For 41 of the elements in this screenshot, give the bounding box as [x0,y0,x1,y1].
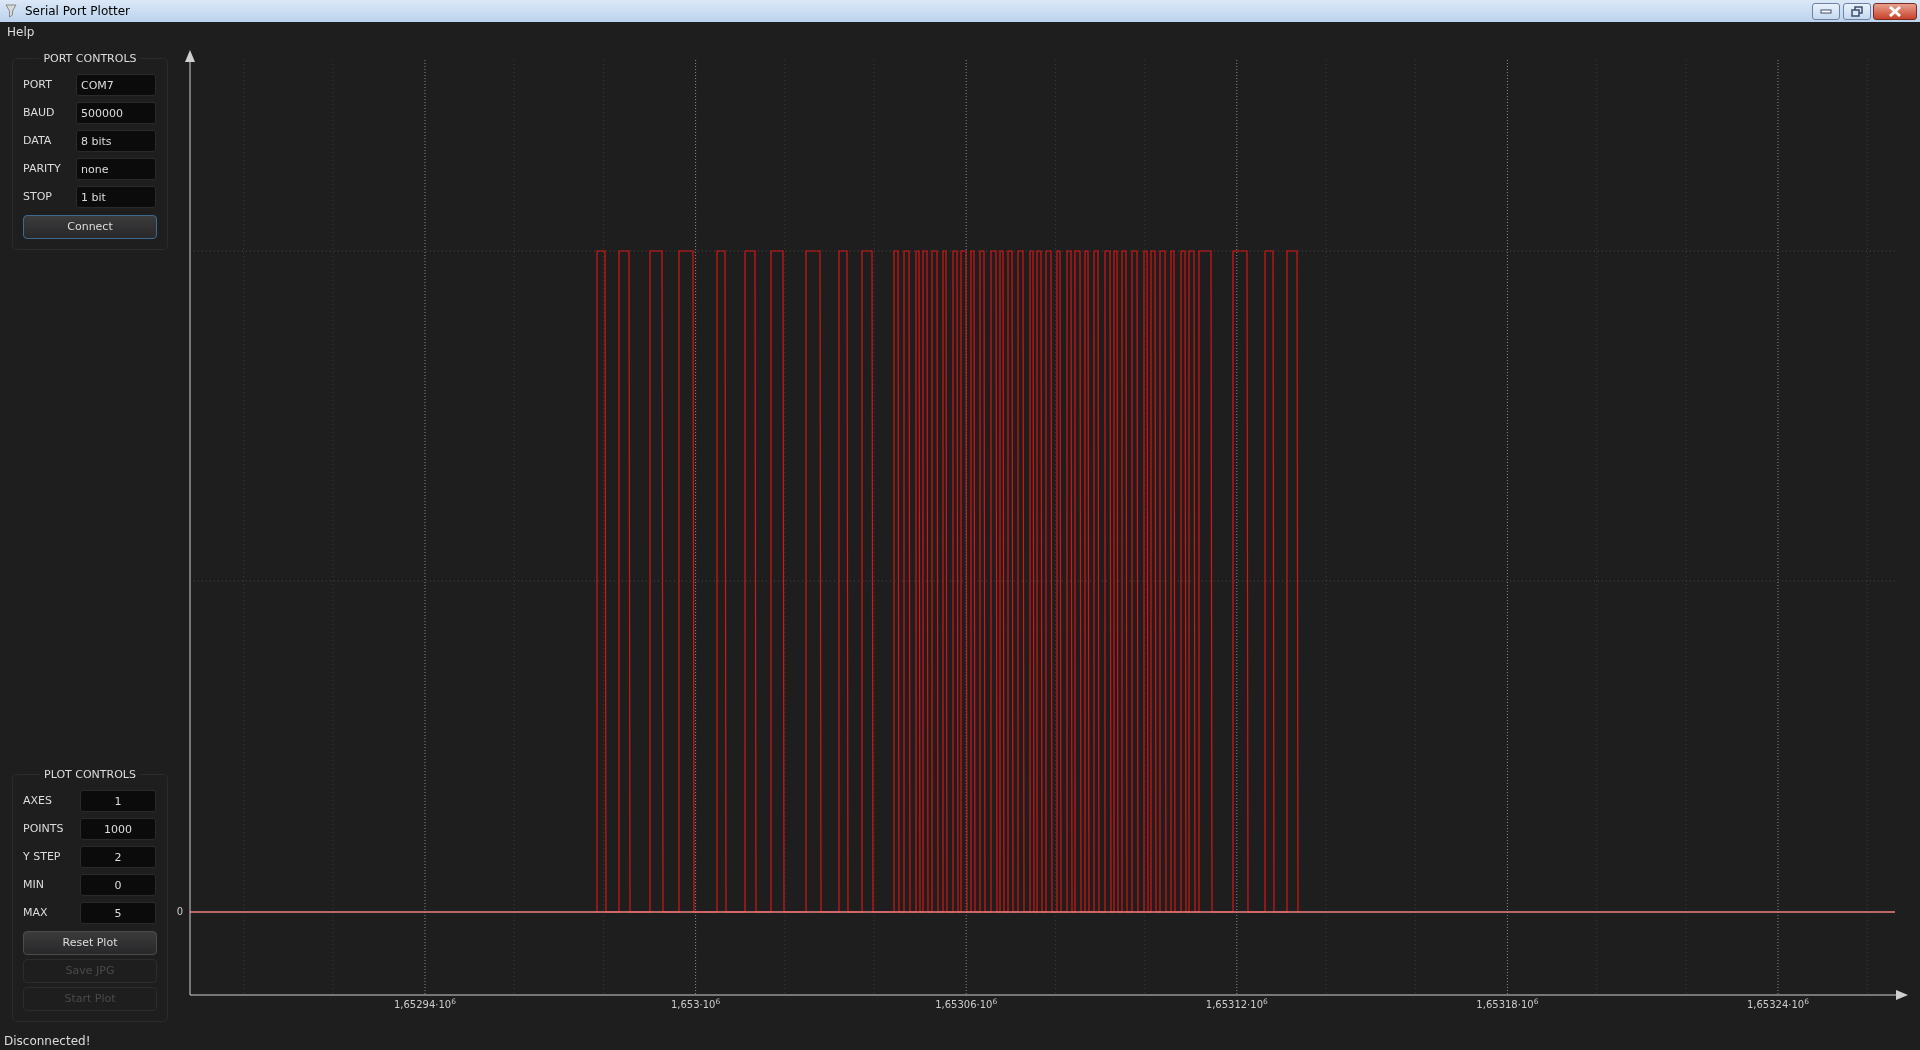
field-label: POINTS [23,820,65,837]
input-field[interactable]: COM7 [76,74,156,96]
input-field[interactable]: 1 [80,790,156,812]
minimize-icon [1819,8,1832,14]
restore-button[interactable] [1842,2,1871,20]
restore-icon [1850,5,1863,17]
input-field[interactable]: 500000 [76,102,156,124]
input-field[interactable]: 1 bit [76,186,156,208]
panel-title: PORT CONTROLS [39,52,141,65]
field-label: STOP [23,188,53,205]
input-field[interactable]: 8 bits [76,130,156,152]
field-label: PORT [23,76,53,93]
field-label: MIN [23,876,45,893]
window-title: Serial Port Plotter [25,3,130,20]
axis-tick-label: 1,65294·10$^{6}$ [392,997,457,1012]
input-field[interactable]: 2 [80,846,156,868]
funnel-icon [5,4,17,18]
close-button[interactable] [1873,2,1918,20]
field-label: DATA [23,132,53,149]
action-button[interactable]: Reset Plot [23,931,157,955]
action-button[interactable]: Connect [23,215,157,239]
input-field[interactable]: 1000 [80,818,156,840]
field-label: Y STEP [23,848,62,865]
input-field[interactable]: 5 [80,902,156,924]
input-field[interactable]: none [76,158,156,180]
field-label: PARITY [23,160,62,177]
field-label: BAUD [23,104,56,121]
axis-tick-label: 1,65318·10$^{6}$ [1475,997,1540,1012]
panel-title: PLOT CONTROLS [40,768,140,781]
field-label: MAX [23,904,49,921]
axis-tick-label: 1,653·10$^{6}$ [669,997,722,1012]
axis-tick-label: 0 [175,905,185,919]
axis-tick-label: 1,65324·10$^{6}$ [1745,997,1810,1012]
axis-tick-label: 1,65312·10$^{6}$ [1204,997,1269,1012]
minimize-button[interactable] [1811,2,1840,20]
field-label: AXES [23,792,53,809]
input-field[interactable]: 0 [80,874,156,896]
status-text: Disconnected! [3,1033,92,1050]
menu-item[interactable]: Help [0,23,42,41]
axis-tick-label: 1,65306·10$^{6}$ [934,997,999,1012]
close-icon [1888,5,1903,17]
